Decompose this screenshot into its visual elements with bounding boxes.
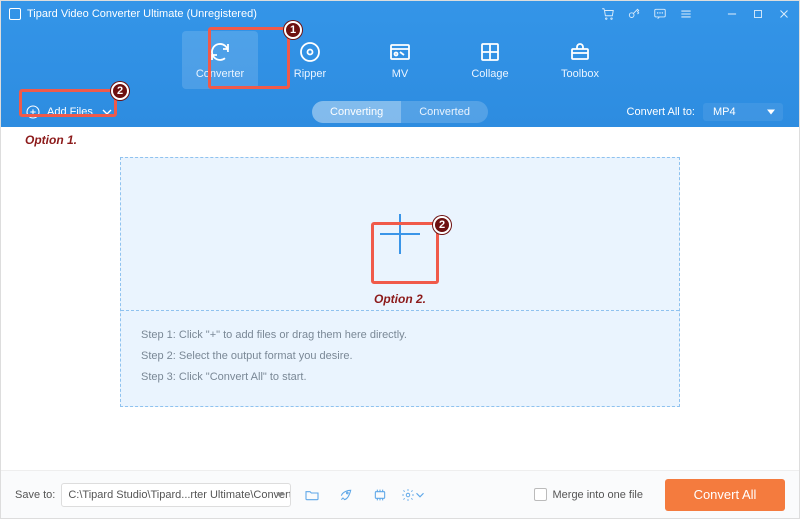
cart-icon[interactable] <box>601 7 615 21</box>
app-logo-icon <box>9 8 21 20</box>
tab-toolbox[interactable]: Toolbox <box>542 31 618 89</box>
add-files-button[interactable]: Add Files <box>17 99 123 125</box>
open-folder-button[interactable] <box>299 483 325 507</box>
footer: Save to: C:\Tipard Studio\Tipard...rter … <box>1 470 799 518</box>
ripper-icon <box>298 40 322 64</box>
convert-all-to-label: Convert All to: <box>627 106 695 118</box>
dropzone[interactable]: Step 1: Click "+" to add files or drag t… <box>120 157 680 407</box>
toggle-converting[interactable]: Converting <box>312 101 401 123</box>
tab-label: MV <box>392 68 409 80</box>
step-text: Step 3: Click "Convert All" to start. <box>141 367 659 388</box>
titlebar: Tipard Video Converter Ultimate (Unregis… <box>1 1 799 27</box>
settings-button[interactable] <box>401 483 427 507</box>
plus-circle-icon <box>25 104 41 120</box>
toolbox-icon <box>568 40 592 64</box>
converter-icon <box>208 40 232 64</box>
collage-icon <box>478 40 502 64</box>
save-to-label: Save to: <box>15 489 55 501</box>
toggle-converted[interactable]: Converted <box>401 101 488 123</box>
output-format-select[interactable]: MP4 <box>703 103 783 121</box>
tab-label: Toolbox <box>561 68 599 80</box>
add-files-plus-button[interactable] <box>370 204 430 264</box>
tab-mv[interactable]: MV <box>362 31 438 89</box>
tab-converter[interactable]: Converter <box>182 31 258 89</box>
checkbox-icon <box>534 488 547 501</box>
mv-icon <box>388 40 412 64</box>
tab-label: Collage <box>471 68 508 80</box>
format-value: MP4 <box>713 106 736 118</box>
annotation-label: Option 2. <box>374 292 426 306</box>
speed-boost-button[interactable] <box>333 483 359 507</box>
step-text: Step 1: Click "+" to add files or drag t… <box>141 325 659 346</box>
convert-all-button[interactable]: Convert All <box>665 479 785 511</box>
minimize-icon[interactable] <box>725 7 739 21</box>
instructions: Step 1: Click "+" to add files or drag t… <box>121 310 679 406</box>
tab-ripper[interactable]: Ripper <box>272 31 348 89</box>
gpu-accel-button[interactable] <box>367 483 393 507</box>
maximize-icon[interactable] <box>751 7 765 21</box>
tab-label: Converter <box>196 68 244 80</box>
tab-label: Ripper <box>294 68 326 80</box>
merge-checkbox[interactable]: Merge into one file <box>534 488 644 501</box>
menu-icon[interactable] <box>679 7 693 21</box>
feedback-icon[interactable] <box>653 7 667 21</box>
key-icon[interactable] <box>627 7 641 21</box>
save-path-select[interactable]: C:\Tipard Studio\Tipard...rter Ultimate\… <box>61 483 291 507</box>
close-icon[interactable] <box>777 7 791 21</box>
add-files-label: Add Files <box>47 106 93 118</box>
app-title: Tipard Video Converter Ultimate (Unregis… <box>27 8 257 20</box>
status-toggle: Converting Converted <box>312 101 488 123</box>
save-path-value: C:\Tipard Studio\Tipard...rter Ultimate\… <box>68 489 291 501</box>
tab-collage[interactable]: Collage <box>452 31 528 89</box>
merge-label: Merge into one file <box>553 489 644 501</box>
step-text: Step 2: Select the output format you des… <box>141 346 659 367</box>
main-tabs: Converter Ripper MV Collage Toolbox <box>1 27 799 97</box>
chevron-down-icon <box>99 104 115 120</box>
annotation-label: Option 1. <box>25 133 77 147</box>
